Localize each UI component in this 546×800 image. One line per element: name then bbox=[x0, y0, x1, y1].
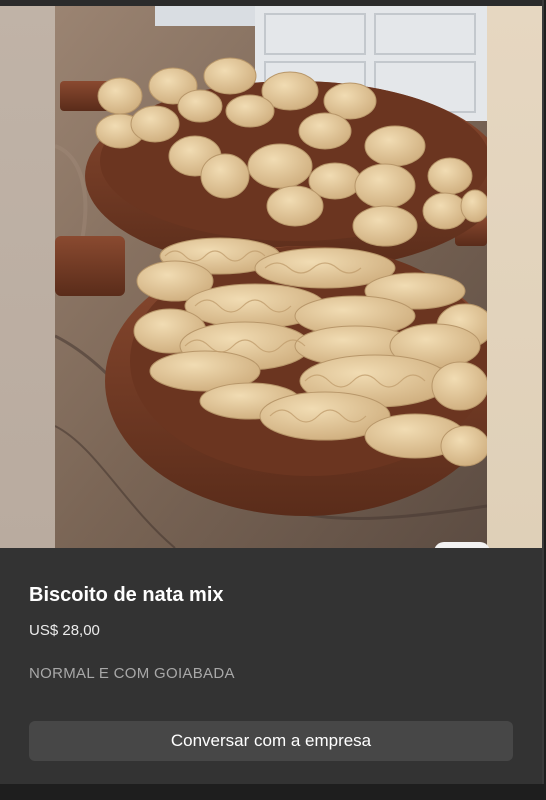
bottom-bar bbox=[0, 784, 546, 800]
product-title: Biscoito de nata mix bbox=[29, 584, 224, 606]
product-photo-area bbox=[0, 6, 542, 548]
product-info-panel: Biscoito de nata mix US$ 28,00 NORMAL E … bbox=[0, 548, 542, 784]
product-card: Biscoito de nata mix US$ 28,00 NORMAL E … bbox=[0, 0, 544, 784]
product-description: NORMAL E COM GOIABADA bbox=[29, 665, 235, 682]
chat-with-business-button[interactable]: Conversar com a empresa bbox=[29, 721, 513, 761]
product-price: US$ 28,00 bbox=[29, 622, 100, 639]
photo-backdrop-left bbox=[0, 6, 55, 548]
photo-backdrop-right bbox=[487, 6, 542, 548]
product-photo[interactable] bbox=[55, 6, 487, 548]
